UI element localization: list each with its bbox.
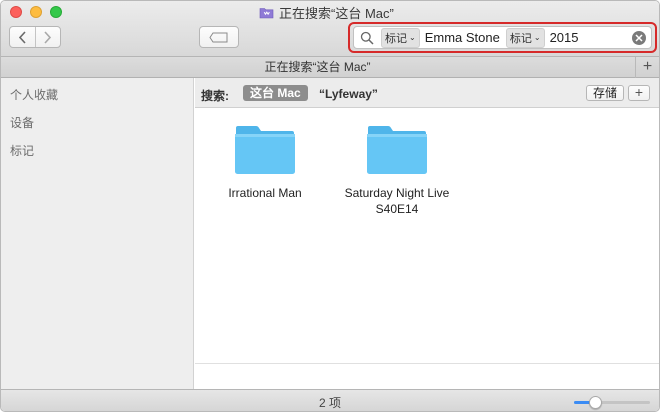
sidebar: 个人收藏 设备 标记 [1,78,194,389]
window-title-text: 正在搜索“这台 Mac” [279,5,394,21]
clear-search-button[interactable] [632,31,646,45]
save-search-button[interactable]: 存储 [586,85,624,101]
status-bar: 2 项 [1,389,659,411]
chevron-right-icon [44,30,52,44]
new-tab-button[interactable]: + [635,57,659,78]
smart-folder-icon [259,6,274,19]
file-name: Irrational Man [228,186,302,200]
list-item[interactable]: Saturday Night Live S40E14 [332,125,462,217]
file-name-line-2: S40E14 [375,202,419,216]
token-kind-selector[interactable]: 标记 ⌄ [381,27,420,48]
scope-folder-button[interactable]: “Lyfeway” [319,87,378,101]
finder-window: 正在搜索“这台 Mac” 标记 ⌄ Emma Stone 标记 ⌄ 2015 正… [0,0,660,412]
tab-search[interactable]: 正在搜索“这台 Mac” [1,57,634,78]
search-scope-bar: 搜索: 这台 Mac “Lyfeway” 存储 + [195,78,659,108]
chevron-down-icon: ⌄ [409,33,416,42]
forward-button[interactable] [34,27,61,47]
search-highlight-frame: 标记 ⌄ Emma Stone 标记 ⌄ 2015 [348,22,657,53]
search-token-tag-2[interactable]: 标记 ⌄ 2015 [505,27,579,48]
window-title: 正在搜索“这台 Mac” [259,4,394,21]
slider-knob[interactable] [589,396,602,409]
chevron-down-icon: ⌄ [533,33,541,42]
token-value: Emma Stone [424,30,500,45]
icon-size-slider[interactable] [574,396,650,409]
search-field[interactable]: 标记 ⌄ Emma Stone 标记 ⌄ 2015 [353,26,652,49]
title-bar: 正在搜索“这台 Mac” 标记 ⌄ Emma Stone 标记 ⌄ 2015 [1,1,659,57]
token-kind-selector[interactable]: 标记 ⌄ [505,27,545,48]
results-area: Irrational Man Saturday Night Live S40E1… [195,109,659,363]
zoom-window-button[interactable] [50,6,62,18]
tab-bar: 正在搜索“这台 Mac” + [1,57,659,78]
sidebar-section-tags[interactable]: 标记 [10,142,34,159]
close-window-button[interactable] [10,6,22,18]
list-item[interactable]: Irrational Man [200,125,330,201]
file-name: Saturday Night Live S40E14 [332,185,462,217]
folder-icon [234,125,296,175]
tag-icon [209,32,228,42]
path-bar-area [195,363,659,389]
minimize-window-button[interactable] [30,6,42,18]
chevron-left-icon [18,30,26,44]
add-criteria-button[interactable]: + [628,85,650,101]
tag-button[interactable] [199,26,239,48]
sidebar-section-devices[interactable]: 设备 [10,114,34,131]
magnifier-icon [360,31,374,45]
file-name-line-1: Saturday Night Live [344,186,450,200]
navigation-buttons [9,26,61,48]
scope-label: 搜索: [201,89,229,103]
token-value: 2015 [549,30,579,45]
item-count: 2 项 [318,396,341,410]
back-button[interactable] [10,27,35,47]
folder-icon [366,125,428,175]
clear-icon [635,34,643,42]
sidebar-section-favorites[interactable]: 个人收藏 [10,86,58,103]
search-token-tag-1[interactable]: 标记 ⌄ Emma Stone [381,27,500,48]
scope-this-mac-button[interactable]: 这台 Mac [243,85,308,101]
